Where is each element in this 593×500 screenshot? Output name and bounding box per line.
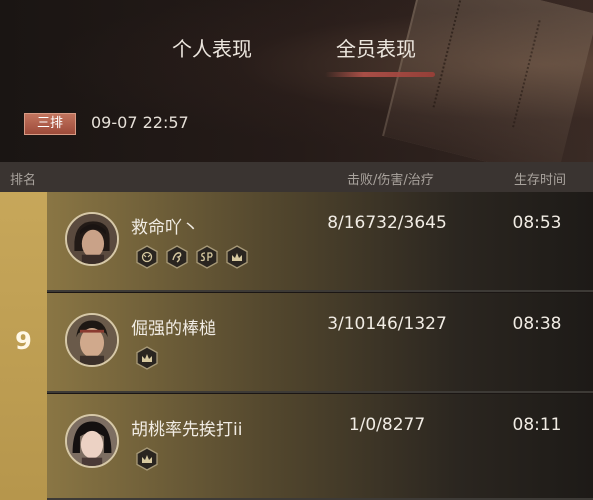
player-stats: 1/0/8277: [348, 415, 426, 435]
player-row[interactable]: 倔强的棒槌 3/10146/1327 08:38: [47, 293, 593, 393]
player-name: 倔强的棒槌: [131, 319, 216, 339]
player-name: 胡桃率先挨打ii: [131, 420, 243, 440]
player-badges: [135, 346, 159, 370]
player-survival-time: 08:53: [512, 213, 562, 233]
squad-mode-badge: 三排: [24, 113, 76, 135]
player-name: 救命吖丶: [131, 218, 199, 238]
dragon-icon[interactable]: [165, 245, 189, 269]
player-stats: 8/16732/3645: [327, 213, 447, 233]
demon-mask-icon[interactable]: [135, 245, 159, 269]
player-survival-time: 08:11: [512, 415, 562, 435]
player-badges: [135, 447, 159, 471]
active-tab-underline: [325, 72, 435, 77]
player-avatar[interactable]: [65, 313, 119, 367]
team-rank: 9: [15, 327, 32, 355]
male-warrior-avatar-icon: [67, 315, 117, 365]
header-rank: 排名: [10, 173, 37, 188]
header-survival: 生存时间: [514, 173, 567, 188]
female-hero-avatar-icon: [67, 416, 117, 466]
team-rank-cell: 9: [0, 192, 47, 500]
player-avatar[interactable]: [65, 212, 119, 266]
player-stats: 3/10146/1327: [327, 314, 447, 334]
header-stats: 击败/伤害/治疗: [347, 173, 434, 188]
match-timestamp: 09-07 22:57: [91, 113, 189, 132]
male-hero-avatar-icon: [67, 214, 117, 264]
sp-icon[interactable]: [195, 245, 219, 269]
crown-icon[interactable]: [135, 447, 159, 471]
player-survival-time: 08:38: [512, 314, 562, 334]
tab-all-performance[interactable]: 全员表现: [336, 33, 416, 62]
player-row[interactable]: 胡桃率先挨打ii 1/0/8277 08:11: [47, 394, 593, 500]
player-badges: [135, 245, 249, 269]
player-row[interactable]: 救命吖丶 8/16732/3645 08:53: [47, 192, 593, 292]
crown-icon[interactable]: [225, 245, 249, 269]
table-header: 排名 击败/伤害/治疗 生存时间: [0, 162, 593, 192]
tab-personal-performance[interactable]: 个人表现: [172, 33, 252, 62]
player-avatar[interactable]: [65, 414, 119, 468]
crown-icon[interactable]: [135, 346, 159, 370]
team-table: 9 救命吖丶 8/16732/3645 08:53 倔强的棒槌 3/10146/…: [0, 192, 593, 500]
